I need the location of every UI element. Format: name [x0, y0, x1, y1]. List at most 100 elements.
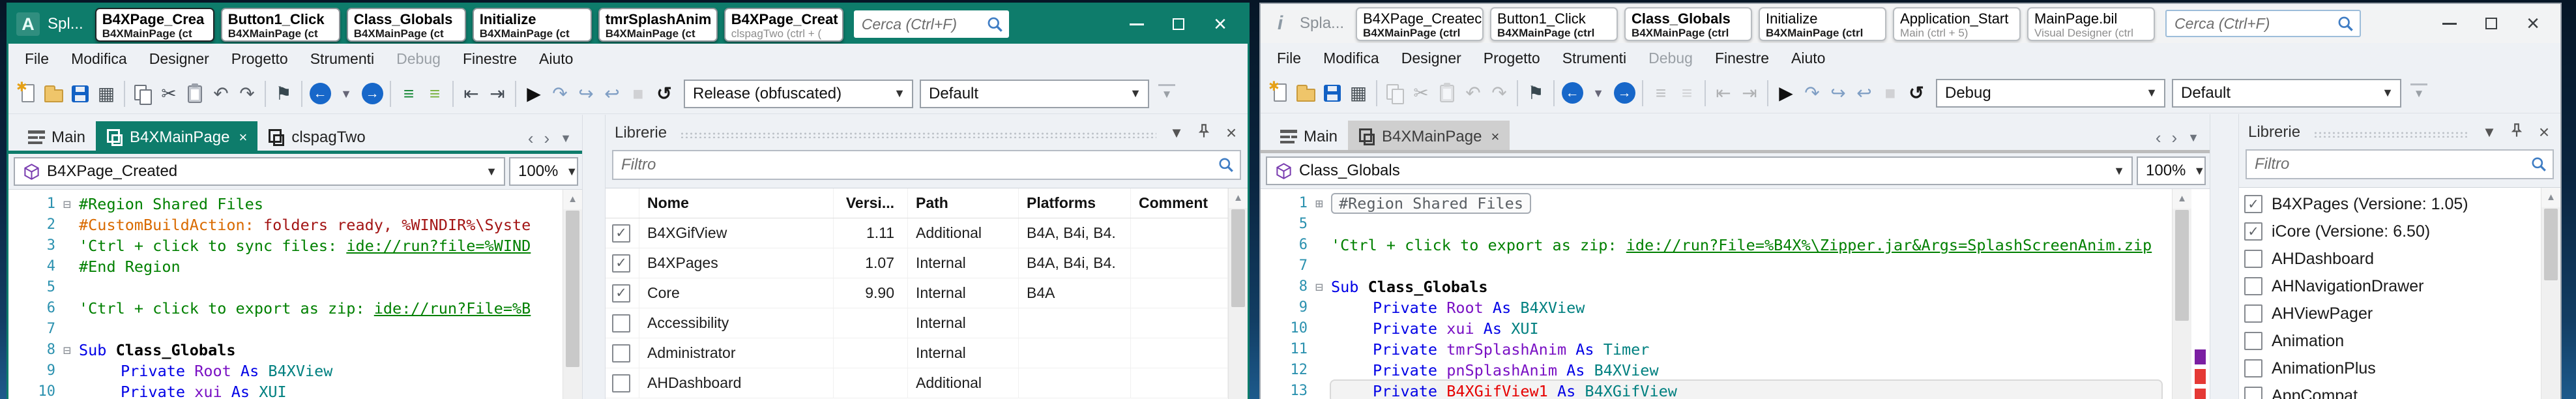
library-checkbox[interactable] [612, 314, 630, 332]
code-line[interactable]: 4 #End Region [8, 256, 582, 277]
code-line[interactable]: 13 Private B4XGifView1 As B4XGifView [1261, 379, 2210, 399]
code-line[interactable]: 6 'Ctrl + click to export as zip: ide://r… [8, 298, 582, 319]
library-checkbox[interactable]: ✓ [612, 224, 630, 243]
code-line[interactable]: 2 #CustomBuildAction: folders ready, %WIN… [8, 214, 582, 235]
sub-navigation-select[interactable]: Class_Globals ▼ [1266, 156, 2133, 185]
open-file-icon[interactable] [41, 80, 67, 108]
code-line[interactable]: 1 ⊞ #Region Shared Files [1261, 193, 2210, 214]
editor-scrollbar[interactable]: ▲ [563, 190, 582, 399]
library-checkbox[interactable] [2244, 387, 2262, 399]
scrollbar-thumb[interactable] [566, 211, 579, 367]
menu-aiuto[interactable]: Aiuto [528, 44, 584, 74]
tab-scroll-left-icon[interactable]: ‹ [528, 128, 534, 149]
step-over-icon[interactable]: ↪ [573, 80, 599, 108]
build-profile-select[interactable]: Default ▼ [2172, 78, 2401, 108]
menu-modifica[interactable]: Modifica [60, 44, 138, 74]
code-line[interactable]: 5 [8, 277, 582, 298]
quick-access-tab[interactable]: Initialize B4XMainPage (ct [472, 8, 592, 42]
menu-modifica[interactable]: Modifica [1312, 43, 1390, 73]
library-item[interactable]: Animation [2239, 327, 2541, 355]
panel-scrollbar[interactable]: ▲ [1228, 188, 1248, 399]
panel-menu-icon[interactable]: ▼ [2480, 124, 2499, 141]
build-profile-select[interactable]: Default ▼ [920, 79, 1149, 108]
tab-scroll-right-icon[interactable]: › [2172, 128, 2178, 148]
search-box[interactable]: Cerca (Ctrl+F) [853, 10, 1009, 38]
panel-drag-handle[interactable] [2313, 131, 2469, 138]
code-editor[interactable]: 1 ⊟ #Region Shared Files 2 #CustomBuildActio… [8, 189, 582, 399]
tab-b4xmainpage[interactable]: B4XMainPage × [96, 121, 258, 154]
menu-debug[interactable]: Debug [385, 44, 452, 74]
library-checkbox[interactable] [2244, 250, 2262, 268]
quick-access-tab[interactable]: Initialize B4XMainPage (ctrl [1759, 7, 1887, 41]
zoom-select[interactable]: 100% ▼ [509, 157, 578, 186]
run-icon[interactable]: ▶ [1773, 79, 1799, 108]
quick-access-tab[interactable]: B4XPage_Crea B4XMainPage (ct [95, 8, 214, 42]
search-icon[interactable] [986, 16, 1004, 33]
quick-access-tab[interactable]: Button1_Click B4XMainPage (ctrl [1490, 7, 1618, 41]
menu-designer[interactable]: Designer [1390, 43, 1472, 73]
tab-scroll-right-icon[interactable]: › [544, 128, 550, 149]
build-configuration-select[interactable]: Release (obfuscated) ▼ [684, 79, 913, 108]
library-checkbox[interactable]: ✓ [2244, 222, 2262, 241]
format-code-icon[interactable]: ≡ [396, 80, 422, 108]
code-line[interactable]: 8 ⊟ Sub Class_Globals [1261, 276, 2210, 297]
step-over-icon[interactable]: ↪ [1825, 79, 1851, 108]
code-line[interactable]: 12 Private pnSplashAnim As B4XView [1261, 360, 2210, 381]
library-row[interactable]: Administrator Internal [606, 338, 1228, 368]
code-line[interactable]: 9 Private Root As B4XView [1261, 297, 2210, 318]
menu-designer[interactable]: Designer [138, 44, 220, 74]
scroll-up-icon[interactable]: ▲ [2173, 189, 2191, 209]
save-icon[interactable] [1319, 79, 1345, 108]
search-box[interactable]: Cerca (Ctrl+F) [2165, 10, 2362, 37]
library-checkbox[interactable]: ✓ [612, 284, 630, 303]
collapse-region-icon[interactable]: ⊟ [55, 194, 79, 214]
tab-list-dropdown-icon[interactable]: ▼ [560, 132, 572, 145]
open-file-icon[interactable] [1293, 79, 1319, 108]
library-item[interactable]: ✓ B4XPages (Versione: 1.05) [2239, 190, 2541, 218]
save-icon[interactable] [67, 80, 93, 108]
panel-close-icon[interactable]: × [1222, 123, 1241, 143]
code-line[interactable]: 1 ⊟ #Region Shared Files [8, 194, 582, 214]
menu-aiuto[interactable]: Aiuto [1780, 43, 1836, 73]
code-editor[interactable]: 1 ⊞ #Region Shared Files 5 6 'Ctrl + click to… [1261, 188, 2210, 399]
maximize-button[interactable] [1158, 7, 1199, 41]
library-item[interactable]: AHViewPager [2239, 300, 2541, 327]
undo-icon[interactable]: ↶ [208, 80, 234, 108]
library-row[interactable]: Accessibility Internal [606, 308, 1228, 338]
modules-icon[interactable]: ▦ [1345, 79, 1371, 108]
menu-strumenti[interactable]: Strumenti [299, 44, 385, 74]
sub-navigation-select[interactable]: B4XPage_Created ▼ [14, 157, 505, 186]
close-tab-icon[interactable]: × [1491, 128, 1499, 145]
tab-clspagtwo[interactable]: clspagTwo [257, 121, 375, 154]
column-header[interactable]: Versi... [834, 188, 908, 218]
menu-progetto[interactable]: Progetto [220, 44, 299, 74]
library-checkbox[interactable] [2244, 304, 2262, 323]
code-line[interactable]: 3 'Ctrl + click to sync files: ide://run?… [8, 235, 582, 256]
titlebar[interactable]: i Spla... B4XPage_Createc B4XMainPage (ct… [1261, 4, 2560, 43]
tab-list-dropdown-icon[interactable]: ▼ [2188, 131, 2199, 145]
collapse-region-icon[interactable]: ⊟ [55, 340, 79, 361]
library-checkbox[interactable] [612, 344, 630, 362]
library-checkbox[interactable] [2244, 359, 2262, 377]
bookmark-icon[interactable]: ⚑ [271, 80, 297, 108]
quick-access-tab[interactable]: MainPage.bil Visual Designer (ctrl [2027, 7, 2156, 41]
library-checkbox[interactable] [2244, 277, 2262, 295]
quick-access-tab[interactable]: Button1_Click B4XMainPage (ct [220, 8, 340, 42]
library-row[interactable]: ✓ B4XPages 1.07 Internal B4A, B4i, B4. [606, 248, 1228, 278]
scrollbar-thumb[interactable] [2175, 210, 2189, 321]
quick-access-tab[interactable]: Application_Start Main (ctrl + 5) [1893, 7, 2021, 41]
panel-splitter[interactable] [582, 115, 606, 399]
code-line[interactable]: 11 Private tmrSplashAnim As Timer [1261, 339, 2210, 360]
scrollbar-thumb[interactable] [2544, 209, 2558, 280]
toolbar-overflow-icon[interactable]: ▼ [2410, 83, 2427, 103]
quick-access-tab[interactable]: B4XPage_Createc B4XMainPage (ctrl [1356, 7, 1484, 41]
close-button[interactable]: × [1199, 7, 1241, 41]
library-checkbox[interactable]: ✓ [612, 254, 630, 273]
code-line[interactable]: 7 [1261, 256, 2210, 276]
resume-icon[interactable]: ↷ [1799, 79, 1825, 108]
warning-mark[interactable] [2195, 349, 2206, 364]
run-icon[interactable]: ▶ [521, 80, 547, 108]
column-header[interactable]: Path [908, 188, 1019, 218]
zoom-select[interactable]: 100% ▼ [2137, 156, 2206, 185]
quick-access-tab[interactable]: B4XPage_Creat clspagTwo (ctrl + ( [724, 8, 843, 42]
